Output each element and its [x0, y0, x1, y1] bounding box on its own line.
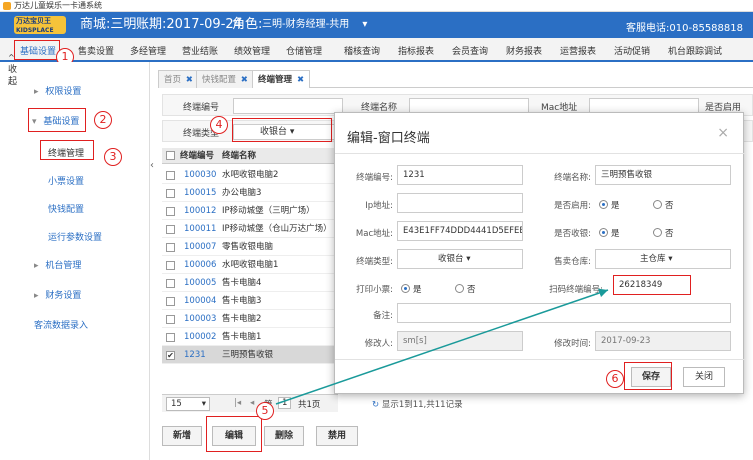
annotation-arrow [275, 288, 609, 405]
